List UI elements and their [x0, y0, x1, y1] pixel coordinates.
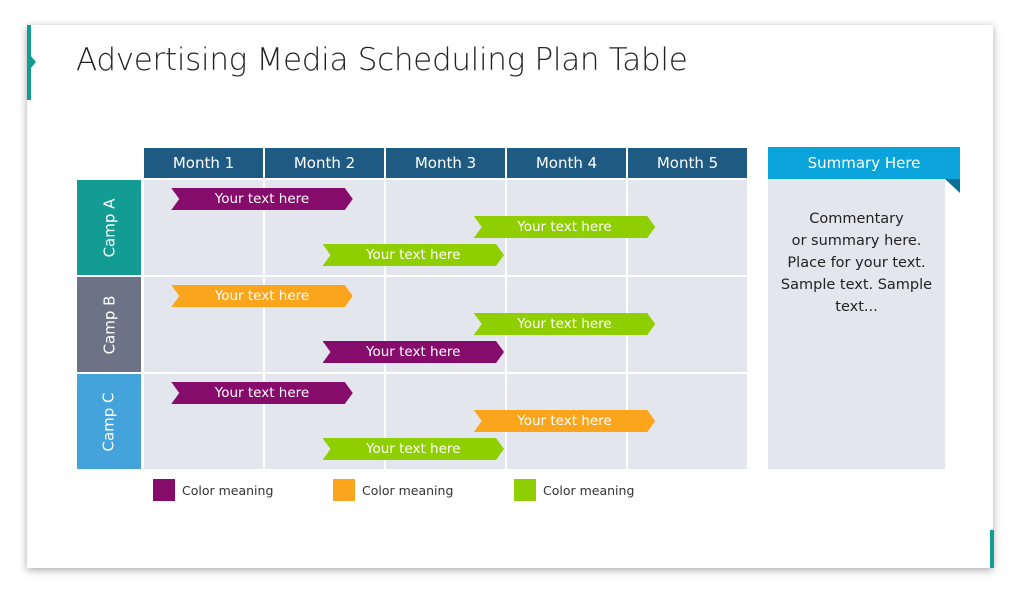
- schedule-bar[interactable]: Your text here: [474, 313, 656, 335]
- camp-label: Camp A: [77, 180, 141, 275]
- schedule-bar[interactable]: Your text here: [474, 410, 656, 432]
- schedule-bar[interactable]: Your text here: [474, 216, 656, 238]
- camp-label: Camp C: [77, 374, 141, 469]
- schedule-bar[interactable]: Your text here: [171, 188, 353, 210]
- schedule-bar[interactable]: Your text here: [323, 244, 505, 266]
- summary-line: text...: [835, 299, 878, 315]
- summary-fold-icon: [945, 179, 960, 193]
- month-header: Month 1: [144, 148, 263, 178]
- legend-label: Color meaning: [362, 483, 454, 498]
- camp-label-text: Camp C: [99, 391, 118, 452]
- legend-swatch: [153, 479, 175, 501]
- slide-title: Advertising Media Scheduling Plan Table: [76, 42, 688, 78]
- summary-line: or summary here.: [791, 233, 922, 249]
- summary-heading: Summary Here: [768, 147, 960, 179]
- summary-line: Commentary: [809, 211, 904, 227]
- month-header: Month 3: [386, 148, 505, 178]
- summary-line: Place for your text.: [787, 255, 926, 271]
- schedule-bar[interactable]: Your text here: [171, 382, 353, 404]
- month-header: Month 2: [265, 148, 384, 178]
- legend-label: Color meaning: [182, 483, 274, 498]
- schedule-bar[interactable]: Your text here: [323, 341, 505, 363]
- legend-swatch: [514, 479, 536, 501]
- month-header: Month 4: [507, 148, 626, 178]
- camp-label: Camp B: [77, 277, 141, 372]
- camp-label-text: Camp A: [99, 198, 118, 257]
- schedule-bar[interactable]: Your text here: [171, 285, 353, 307]
- schedule-bar[interactable]: Your text here: [323, 438, 505, 460]
- legend-swatch: [333, 479, 355, 501]
- legend-label: Color meaning: [543, 483, 635, 498]
- camp-label-text: Camp B: [99, 295, 118, 354]
- summary-line: Sample text. Sample: [780, 277, 933, 293]
- accent-bar-right: [990, 530, 994, 568]
- month-header: Month 5: [628, 148, 747, 178]
- summary-text: Commentary or summary here. Place for yo…: [768, 208, 945, 318]
- accent-arrow-icon: [31, 56, 36, 68]
